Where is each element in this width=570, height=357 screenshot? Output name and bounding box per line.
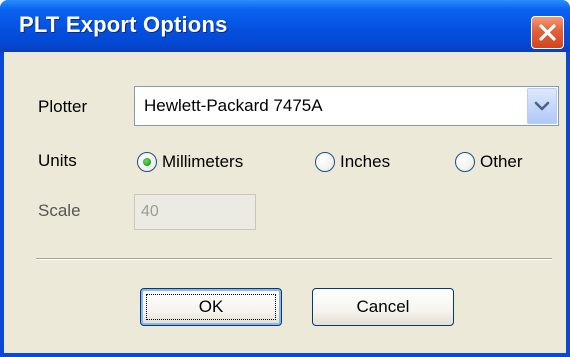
units-radio-inches[interactable]: Inches	[315, 151, 415, 175]
dialog-window: PLT Export Options Plotter Hewlett-Packa…	[0, 0, 570, 357]
close-button[interactable]	[531, 16, 564, 49]
plotter-selected-value: Hewlett-Packard 7475A	[144, 96, 323, 115]
radio-label-other: Other	[480, 152, 523, 171]
radio-label-inches: Inches	[340, 152, 391, 171]
title-bar[interactable]: PLT Export Options	[0, 0, 570, 52]
plotter-dropdown-button[interactable]	[527, 88, 557, 124]
units-radio-millimeters[interactable]: Millimeters	[137, 151, 277, 175]
radio-label-millimeters: Millimeters	[162, 152, 244, 171]
plotter-select[interactable]: Hewlett-Packard 7475A	[134, 86, 559, 126]
radio-selected-dot	[143, 158, 151, 166]
radio-button-circle[interactable]	[137, 152, 157, 172]
scale-label: Scale	[38, 201, 81, 220]
close-x-icon	[539, 24, 556, 41]
chevron-down-icon	[534, 101, 550, 111]
radio-button-circle[interactable]	[315, 152, 335, 172]
ok-button[interactable]: OK	[140, 288, 282, 326]
scale-input[interactable]: 40	[134, 194, 256, 230]
units-radio-other[interactable]: Other	[455, 151, 545, 175]
dialog-body: Plotter Hewlett-Packard 7475A Units Mill…	[4, 52, 566, 353]
cancel-button-label: Cancel	[356, 297, 410, 316]
separator-line	[36, 258, 552, 260]
window-title: PLT Export Options	[19, 12, 228, 37]
units-label: Units	[38, 151, 77, 170]
plotter-label: Plotter	[38, 97, 88, 116]
ok-button-label: OK	[198, 297, 224, 316]
radio-button-circle[interactable]	[455, 152, 475, 172]
cancel-button[interactable]: Cancel	[312, 288, 454, 326]
